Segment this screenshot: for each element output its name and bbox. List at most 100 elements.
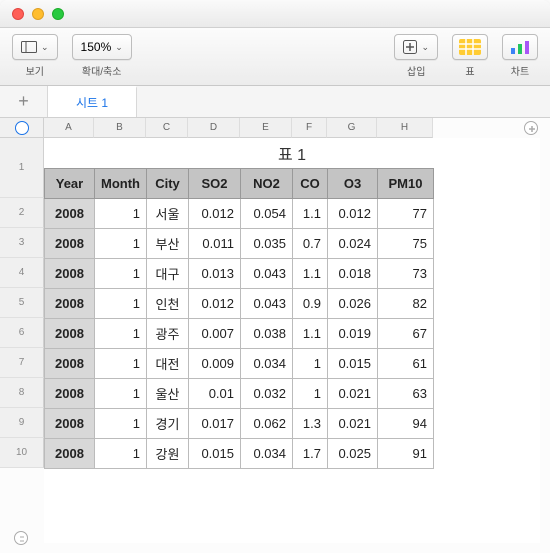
cell-no2[interactable]: 0.054 — [241, 199, 293, 229]
cell-o3[interactable]: 0.021 — [328, 409, 378, 439]
cell-so2[interactable]: 0.017 — [189, 409, 241, 439]
table-button[interactable] — [452, 34, 488, 60]
cell-no2[interactable]: 0.035 — [241, 229, 293, 259]
row-header[interactable]: 5 — [0, 288, 44, 318]
cell-year[interactable]: 2008 — [45, 229, 95, 259]
table-header-cell[interactable]: Month — [95, 169, 147, 199]
minimize-window-button[interactable] — [32, 8, 44, 20]
cell-so2[interactable]: 0.012 — [189, 289, 241, 319]
cell-month[interactable]: 1 — [95, 289, 147, 319]
cell-year[interactable]: 2008 — [45, 349, 95, 379]
table-header-cell[interactable]: SO2 — [189, 169, 241, 199]
row-header[interactable]: 2 — [0, 198, 44, 228]
cell-city[interactable]: 부산 — [147, 229, 189, 259]
cell-so2[interactable]: 0.015 — [189, 439, 241, 469]
cell-pm10[interactable]: 91 — [378, 439, 434, 469]
cell-month[interactable]: 1 — [95, 229, 147, 259]
cell-month[interactable]: 1 — [95, 349, 147, 379]
column-header-F[interactable]: F — [292, 118, 327, 138]
cell-no2[interactable]: 0.038 — [241, 319, 293, 349]
cell-co[interactable]: 1.1 — [293, 319, 328, 349]
cell-no2[interactable]: 0.034 — [241, 349, 293, 379]
cell-year[interactable]: 2008 — [45, 199, 95, 229]
table-header-cell[interactable]: City — [147, 169, 189, 199]
cell-year[interactable]: 2008 — [45, 409, 95, 439]
cell-city[interactable]: 광주 — [147, 319, 189, 349]
cell-o3[interactable]: 0.019 — [328, 319, 378, 349]
chart-button[interactable] — [502, 34, 538, 60]
row-extend-handle[interactable] — [14, 531, 28, 545]
column-header-A[interactable]: A — [44, 118, 94, 138]
cell-o3[interactable]: 0.025 — [328, 439, 378, 469]
column-header-B[interactable]: B — [94, 118, 146, 138]
close-window-button[interactable] — [12, 8, 24, 20]
cell-city[interactable]: 서울 — [147, 199, 189, 229]
cell-city[interactable]: 대전 — [147, 349, 189, 379]
column-header-E[interactable]: E — [240, 118, 292, 138]
column-header-D[interactable]: D — [188, 118, 240, 138]
cell-no2[interactable]: 0.032 — [241, 379, 293, 409]
column-header-C[interactable]: C — [146, 118, 188, 138]
cell-month[interactable]: 1 — [95, 439, 147, 469]
cell-month[interactable]: 1 — [95, 199, 147, 229]
table-header-cell[interactable]: O3 — [328, 169, 378, 199]
cell-o3[interactable]: 0.012 — [328, 199, 378, 229]
sheet-tab-1[interactable]: 시트 1 — [48, 86, 137, 117]
cell-o3[interactable]: 0.018 — [328, 259, 378, 289]
row-header[interactable]: 8 — [0, 378, 44, 408]
cell-o3[interactable]: 0.021 — [328, 379, 378, 409]
cell-city[interactable]: 울산 — [147, 379, 189, 409]
cell-pm10[interactable]: 82 — [378, 289, 434, 319]
cell-pm10[interactable]: 63 — [378, 379, 434, 409]
row-header[interactable]: 6 — [0, 318, 44, 348]
cell-no2[interactable]: 0.062 — [241, 409, 293, 439]
cell-year[interactable]: 2008 — [45, 379, 95, 409]
cell-no2[interactable]: 0.043 — [241, 289, 293, 319]
cell-city[interactable]: 대구 — [147, 259, 189, 289]
cell-so2[interactable]: 0.009 — [189, 349, 241, 379]
column-header-G[interactable]: G — [327, 118, 377, 138]
cell-so2[interactable]: 0.013 — [189, 259, 241, 289]
sheet-area[interactable]: 표 1 YearMonthCitySO2NO2COO3PM10 20081서울0… — [44, 138, 540, 543]
cell-co[interactable]: 1.1 — [293, 259, 328, 289]
table-header-cell[interactable]: NO2 — [241, 169, 293, 199]
cell-co[interactable]: 0.7 — [293, 229, 328, 259]
table-title[interactable]: 표 1 — [44, 138, 540, 168]
zoom-window-button[interactable] — [52, 8, 64, 20]
column-header-H[interactable]: H — [377, 118, 433, 138]
cell-so2[interactable]: 0.012 — [189, 199, 241, 229]
zoom-select[interactable]: 150% ⌄ — [72, 34, 132, 60]
table-header-cell[interactable]: Year — [45, 169, 95, 199]
table-header-cell[interactable]: PM10 — [378, 169, 434, 199]
cell-pm10[interactable]: 73 — [378, 259, 434, 289]
row-header[interactable]: 4 — [0, 258, 44, 288]
cell-pm10[interactable]: 94 — [378, 409, 434, 439]
cell-o3[interactable]: 0.026 — [328, 289, 378, 319]
cell-o3[interactable]: 0.015 — [328, 349, 378, 379]
cell-pm10[interactable]: 67 — [378, 319, 434, 349]
row-header[interactable]: 7 — [0, 348, 44, 378]
cell-co[interactable]: 1.3 — [293, 409, 328, 439]
cell-co[interactable]: 0.9 — [293, 289, 328, 319]
cell-co[interactable]: 1.1 — [293, 199, 328, 229]
cell-pm10[interactable]: 61 — [378, 349, 434, 379]
insert-button[interactable]: ⌄ — [394, 34, 438, 60]
cell-pm10[interactable]: 75 — [378, 229, 434, 259]
table-header-cell[interactable]: CO — [293, 169, 328, 199]
cell-co[interactable]: 1 — [293, 349, 328, 379]
cell-so2[interactable]: 0.01 — [189, 379, 241, 409]
cell-month[interactable]: 1 — [95, 319, 147, 349]
cell-so2[interactable]: 0.011 — [189, 229, 241, 259]
column-extend-handle[interactable] — [524, 121, 538, 135]
row-header[interactable]: 3 — [0, 228, 44, 258]
add-sheet-button[interactable]: + — [0, 86, 48, 117]
row-header[interactable]: 1 — [0, 138, 44, 198]
row-header[interactable]: 10 — [0, 438, 44, 468]
row-header[interactable]: 9 — [0, 408, 44, 438]
cell-year[interactable]: 2008 — [45, 439, 95, 469]
cell-city[interactable]: 경기 — [147, 409, 189, 439]
data-table[interactable]: YearMonthCitySO2NO2COO3PM10 20081서울0.012… — [44, 168, 434, 469]
cell-co[interactable]: 1.7 — [293, 439, 328, 469]
cell-year[interactable]: 2008 — [45, 289, 95, 319]
cell-city[interactable]: 강원 — [147, 439, 189, 469]
